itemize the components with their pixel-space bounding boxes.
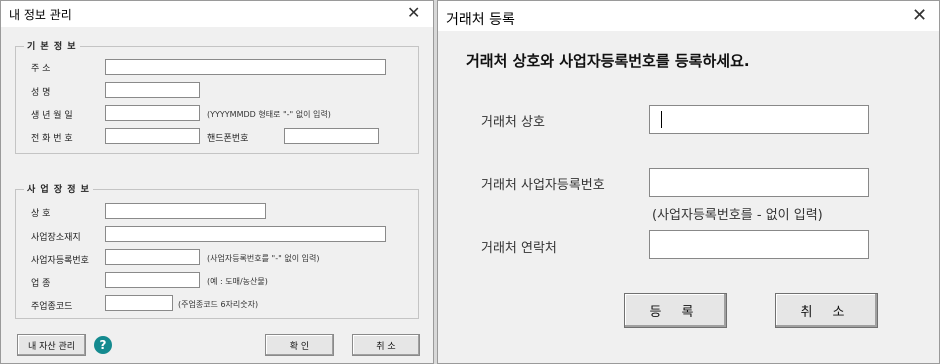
client-name-label: 거래처 상호 (481, 115, 545, 130)
cancel-button[interactable]: 취 소 (352, 334, 420, 356)
register-button[interactable]: 등 록 (624, 293, 727, 328)
business-location-label: 사업장소재지 (31, 233, 81, 243)
birthdate-hint: (YYYYMMDD 형태로 "-" 없이 입력) (207, 110, 331, 119)
ok-button[interactable]: 확 인 (265, 334, 334, 356)
birthdate-field[interactable] (105, 105, 200, 121)
registration-number-hint: (사업자등록번호를 - 없이 입력) (652, 208, 823, 223)
client-registration-number-field[interactable] (649, 168, 869, 197)
address-label: 주 소 (31, 64, 51, 74)
name-field[interactable] (105, 82, 200, 98)
client-contact-field[interactable] (649, 230, 869, 259)
company-name-label: 상 호 (31, 209, 51, 219)
phone-field[interactable] (105, 128, 200, 144)
client-contact-label: 거래처 연락처 (481, 241, 557, 256)
registration-number-label: 사업자등록번호 (31, 256, 89, 266)
client-registration-number-label: 거래처 사업자등록번호 (481, 178, 605, 193)
help-icon[interactable]: ? (94, 336, 112, 354)
name-label: 성 명 (31, 88, 51, 98)
industry-code-label: 주업종코드 (31, 302, 73, 312)
client-registration-dialog: 거래처 등록 ✕ 거래처 상호와 사업자등록번호를 등록하세요. 거래처 상호 … (437, 0, 940, 364)
dialog-title: 거래처 등록 (446, 12, 515, 28)
business-type-field[interactable] (105, 272, 200, 288)
title-bar: 거래처 등록 ✕ (438, 1, 939, 31)
close-icon[interactable]: ✕ (407, 5, 420, 21)
instruction-text: 거래처 상호와 사업자등록번호를 등록하세요. (466, 52, 750, 70)
mobile-label: 핸드폰번호 (207, 134, 249, 144)
industry-code-field[interactable] (105, 295, 173, 311)
business-type-label: 업 종 (31, 279, 51, 289)
close-icon[interactable]: ✕ (912, 7, 927, 25)
my-info-dialog: 내 정보 관리 ✕ 기 본 정 보 주 소 성 명 생 년 월 일 (YYYYM… (0, 0, 434, 364)
birthdate-label: 생 년 월 일 (31, 111, 73, 121)
company-name-field[interactable] (105, 203, 266, 219)
client-name-field[interactable] (649, 105, 869, 134)
cancel-button[interactable]: 취 소 (775, 293, 878, 328)
business-location-field[interactable] (105, 226, 386, 242)
title-bar: 내 정보 관리 ✕ (1, 1, 433, 27)
text-cursor (661, 111, 662, 128)
business-type-hint: (예 : 도매/농산물) (207, 277, 268, 286)
phone-label: 전 화 번 호 (31, 134, 73, 144)
group-title: 기 본 정 보 (24, 39, 80, 52)
industry-code-hint: (주업종코드 6자리숫자) (178, 300, 259, 309)
registration-number-hint: (사업자등록번호를 "-" 없이 입력) (207, 254, 320, 263)
address-field[interactable] (105, 59, 386, 75)
mobile-field[interactable] (284, 128, 379, 144)
group-title: 사 업 장 정 보 (24, 182, 93, 195)
my-assets-button[interactable]: 내 자산 관리 (17, 334, 86, 356)
registration-number-field[interactable] (105, 249, 200, 265)
dialog-title: 내 정보 관리 (9, 8, 72, 22)
